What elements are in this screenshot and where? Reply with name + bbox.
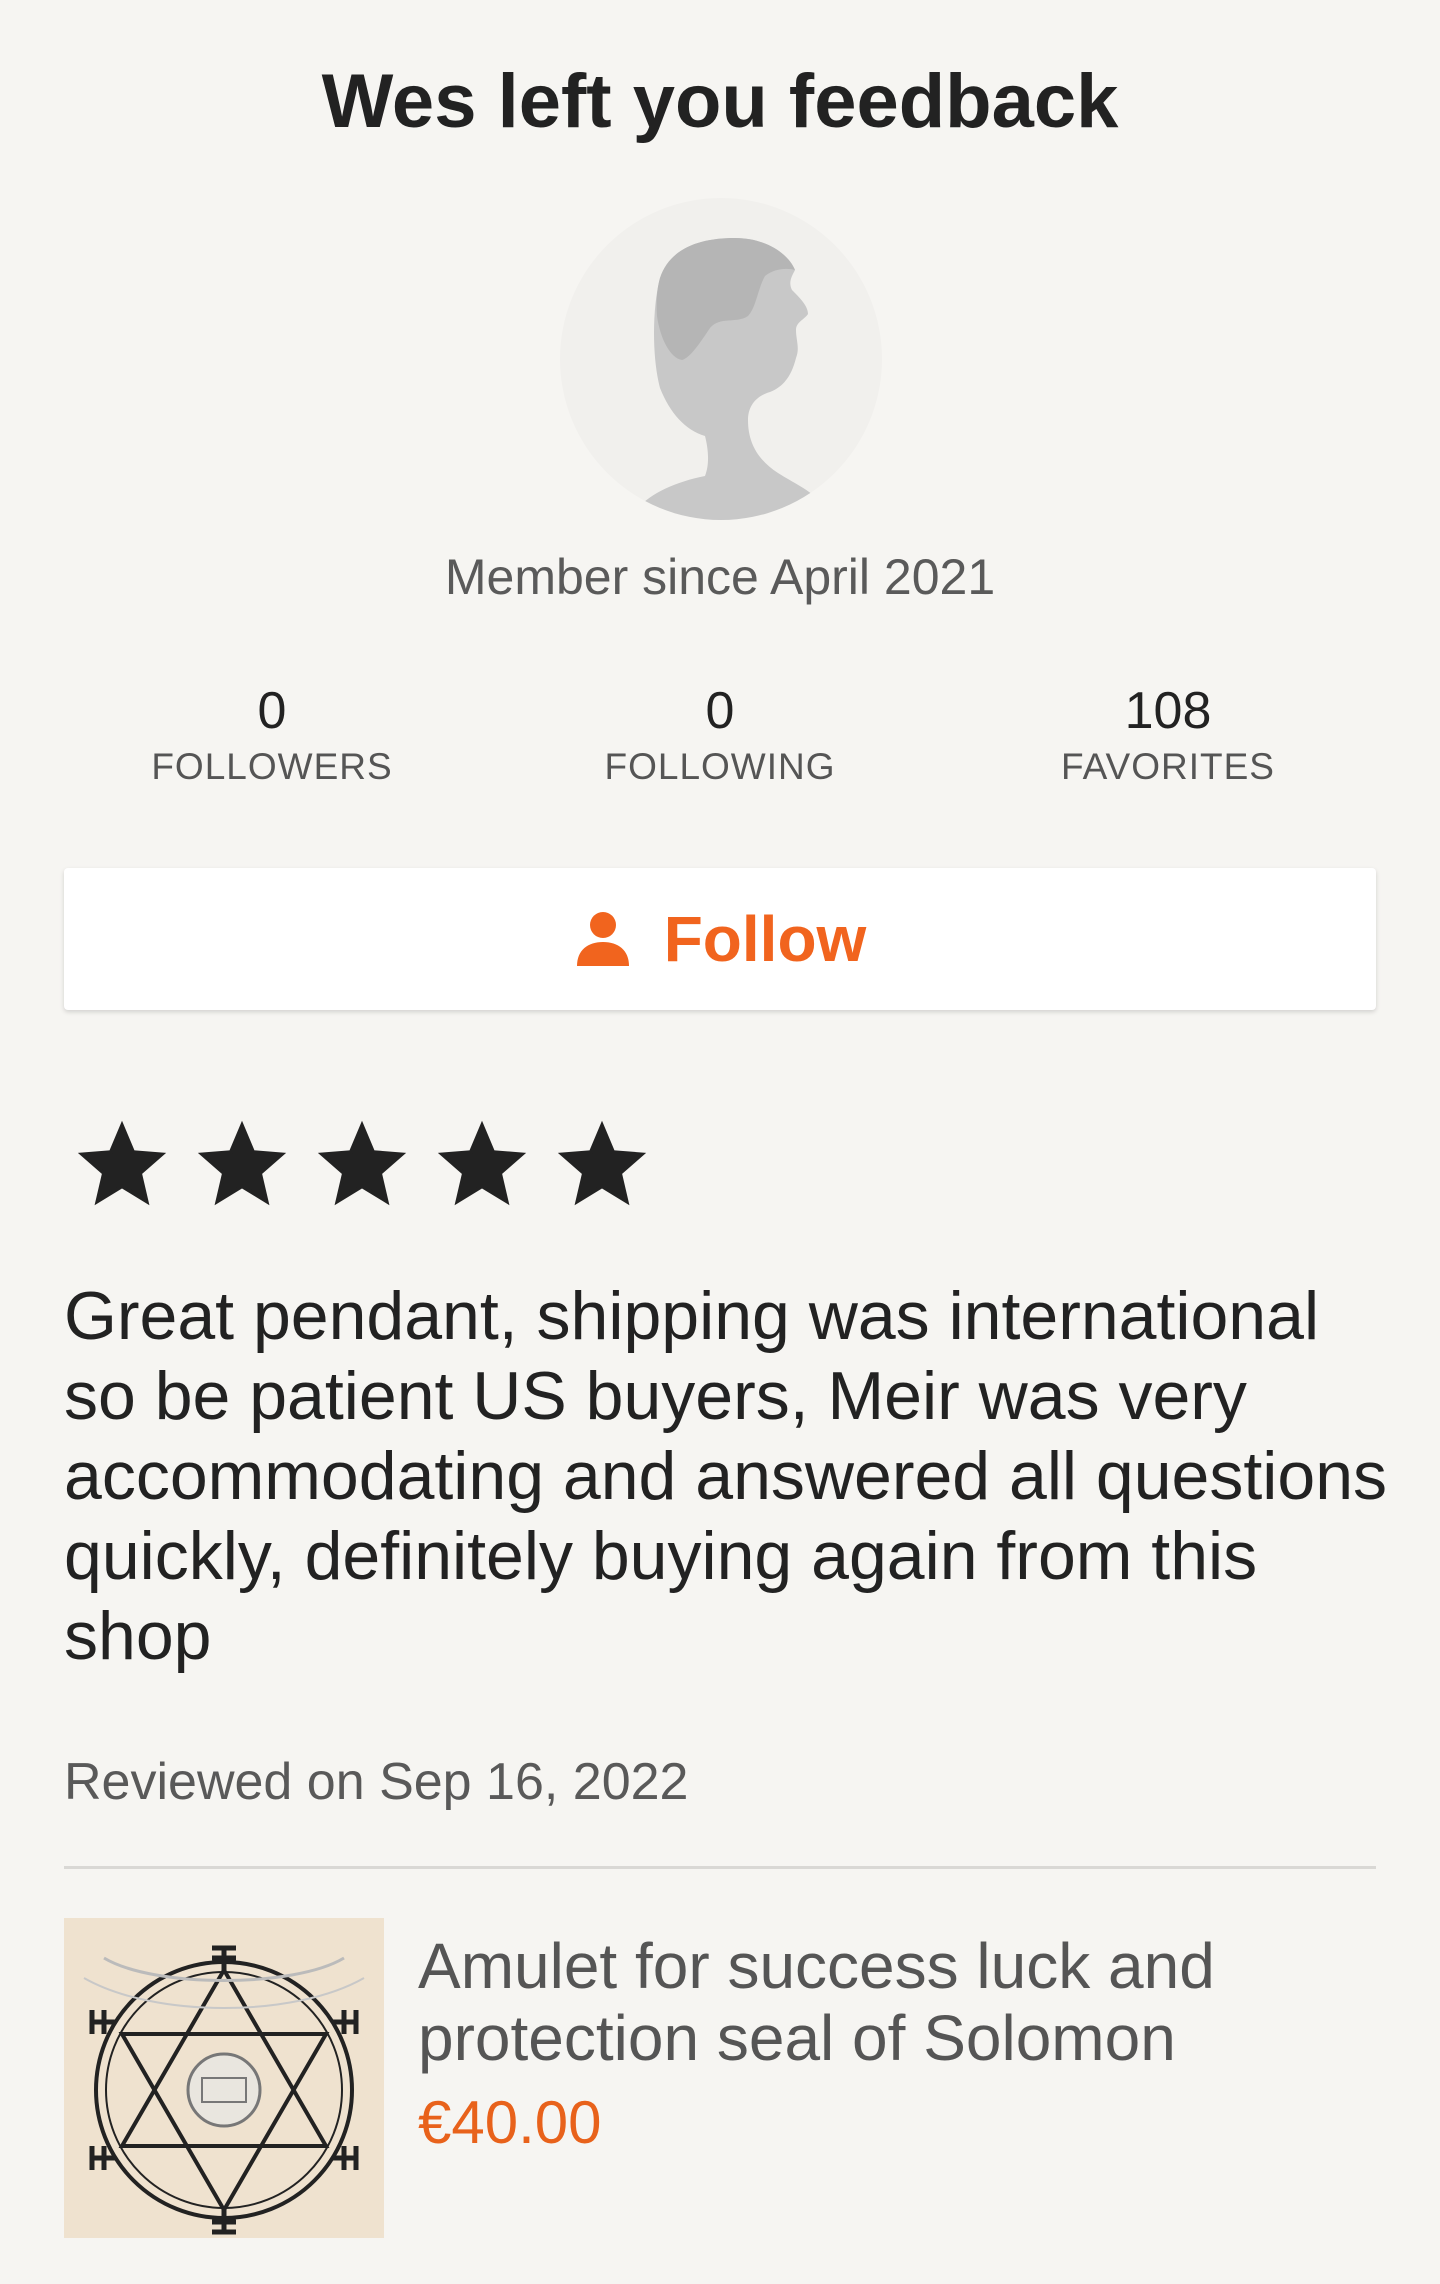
follow-button[interactable]: Follow (64, 868, 1376, 1010)
person-icon (574, 910, 632, 968)
star-rating (76, 1118, 676, 1210)
review-text: Great pendant, shipping was internationa… (64, 1278, 1388, 1674)
star-icon (556, 1118, 648, 1210)
following-count: 0 (705, 682, 735, 740)
listing-price: €40.00 (418, 2089, 602, 2156)
following-label: FOLLOWING (604, 746, 836, 787)
follow-label: Follow (663, 903, 867, 975)
page-title: Wes left you feedback (321, 59, 1119, 144)
seal-of-solomon-image (64, 1918, 384, 2238)
listing-title[interactable]: Amulet for success luck and protection s… (418, 1930, 1378, 2074)
star-icon (436, 1118, 528, 1210)
listing-thumbnail[interactable] (64, 1918, 384, 2238)
divider (64, 1866, 1376, 1869)
favorites-stat[interactable]: 108 FAVORITES (958, 680, 1378, 792)
avatar[interactable] (560, 198, 882, 520)
star-icon (196, 1118, 288, 1210)
following-stat[interactable]: 0 FOLLOWING (510, 680, 930, 792)
favorites-label: FAVORITES (1061, 746, 1275, 787)
followers-label: FOLLOWERS (151, 746, 393, 787)
default-user-silhouette-icon (630, 238, 830, 520)
followers-stat[interactable]: 0 FOLLOWERS (62, 680, 482, 792)
member-since: Member since April 2021 (444, 549, 996, 605)
star-icon (76, 1118, 168, 1210)
followers-count: 0 (257, 682, 287, 740)
star-icon (316, 1118, 408, 1210)
review-date: Reviewed on Sep 16, 2022 (64, 1753, 689, 1811)
favorites-count: 108 (1124, 682, 1212, 740)
